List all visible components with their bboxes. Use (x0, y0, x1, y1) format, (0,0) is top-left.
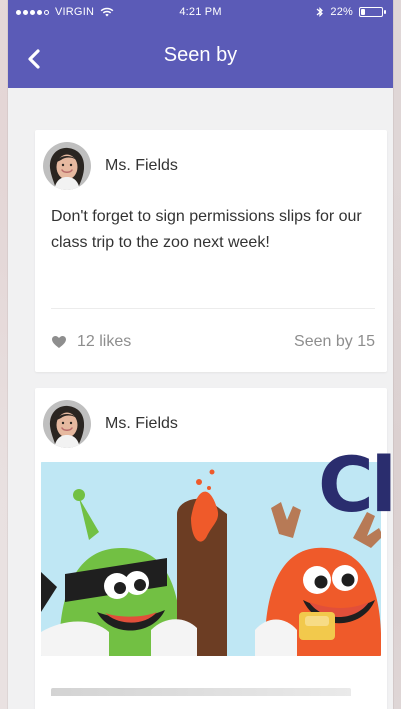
post-author: Ms. Fields (43, 140, 178, 192)
post-author: Ms. Fields (43, 398, 178, 450)
divider (51, 308, 375, 309)
status-right: 22% (316, 6, 386, 18)
likes-button[interactable]: 12 likes (51, 333, 131, 351)
top-navigation: VIRGIN 4:21 PM 22% Seen by (8, 0, 393, 88)
bluetooth-icon (316, 6, 324, 18)
truncated-text-line (51, 688, 351, 696)
post-list: Ms. Fields Don't forget to sign permissi… (8, 88, 393, 709)
page-title: Seen by (163, 44, 238, 66)
avatar (43, 400, 91, 448)
avatar-photo (43, 400, 91, 448)
battery-percent: 22% (330, 6, 353, 18)
heart-icon (51, 335, 67, 349)
edge-shadow (393, 0, 401, 709)
post-card: Ms. Fields Don't forget to sign permissi… (35, 130, 387, 372)
phone-screen: VIRGIN 4:21 PM 22% Seen by Ms. Fields Do… (8, 0, 393, 709)
post-message: Don't forget to sign permissions slips f… (51, 208, 362, 251)
author-name: Ms. Fields (105, 415, 178, 432)
battery-level (361, 9, 366, 15)
likes-count: 12 likes (77, 333, 132, 350)
post-card: Ms. Fields (35, 388, 387, 709)
avatar-photo (43, 142, 91, 190)
seen-by-button[interactable]: Seen by 15 (294, 333, 375, 351)
post-image[interactable] (41, 462, 381, 656)
status-bar: VIRGIN 4:21 PM 22% (8, 0, 393, 24)
post-message-truncated (51, 678, 375, 696)
author-name: Ms. Fields (105, 157, 178, 174)
battery-icon (359, 7, 386, 17)
nav-bar: Seen by (8, 24, 393, 88)
avatar (43, 142, 91, 190)
post-actions: 12 likes Seen by 15 (51, 328, 375, 356)
